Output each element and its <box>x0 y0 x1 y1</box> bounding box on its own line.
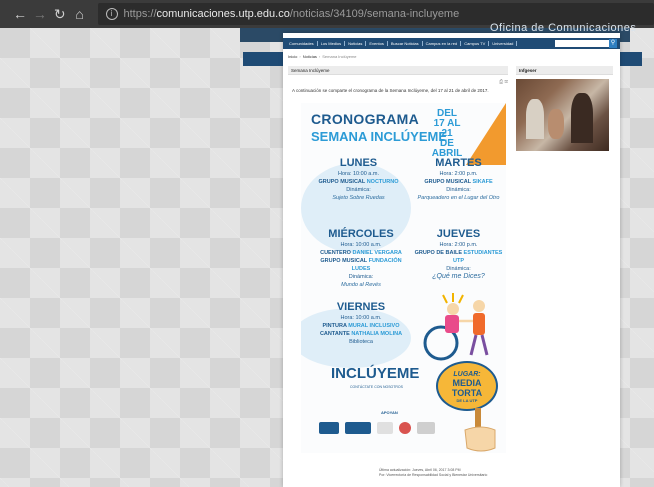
email-icon[interactable]: ✉ <box>505 79 508 85</box>
incluyeme-logo: INCLÚYEME <box>331 365 420 382</box>
reload-icon[interactable]: ↻ <box>50 6 70 23</box>
day-martes: MARTES Hora: 2:00 p.m. GRUPO MUSICAL SIK… <box>417 157 500 201</box>
sidebar-heading: Infgeser <box>516 66 613 75</box>
print-icon[interactable]: ⎙ <box>499 79 503 85</box>
search-icon[interactable]: ⚲ <box>609 39 617 48</box>
menu-item-noticias[interactable]: Noticias <box>345 41 367 46</box>
day-miercoles: MIÉRCOLES Hora: 10:00 a.m. CUENTERO DANI… <box>320 228 402 288</box>
poster-title: CRONOGRAMA <box>311 111 419 127</box>
menu-item-campus-en-la-red[interactable]: Campus en la red <box>423 41 462 46</box>
figure2-body <box>473 313 485 335</box>
page-title: Semana Inclúyeme <box>288 66 508 75</box>
main-menu: Comunidades Los Medios Noticias Eventos … <box>283 38 620 49</box>
sidebar-photo[interactable] <box>516 79 609 151</box>
sponsor-logos <box>319 419 449 437</box>
search-input[interactable] <box>555 40 610 47</box>
breadcrumb-noticias[interactable]: Noticias <box>303 54 317 59</box>
sponsor-logo <box>417 422 435 434</box>
sponsor-logo <box>377 422 393 434</box>
menu-item-comunidades[interactable]: Comunidades <box>286 41 318 46</box>
contact-text: CONTÁCTATE CON NOSOTROS <box>350 385 403 389</box>
back-arrow-icon[interactable]: ← <box>10 6 30 22</box>
menu-item-eventos[interactable]: Eventos <box>366 41 388 46</box>
figure2-legs <box>469 334 489 356</box>
location-sign: LUGAR: MEDIA TORTA DE LA UTP <box>436 361 498 411</box>
sponsors-label: APOYAN <box>381 410 398 415</box>
orange-corner <box>466 103 506 165</box>
url-text: https://comunicaciones.utp.edu.co/notici… <box>123 8 460 20</box>
day-lunes: LUNES Hora: 10:00 a.m. GRUPO MUSICAL NOC… <box>318 157 399 201</box>
utp-logo <box>319 422 339 434</box>
day-jueves: JUEVES Hora: 2:00 p.m. GRUPO DE BAILE ES… <box>414 228 503 280</box>
sponsor-logo <box>345 422 371 434</box>
poster-dates: DEL 17 AL 21 DE ABRIL <box>431 108 463 159</box>
wheelchair-illustration <box>423 293 489 361</box>
breadcrumb-current: Semana Inclúyeme <box>322 54 357 59</box>
sponsor-logo <box>399 422 411 434</box>
figure2-head <box>473 300 485 312</box>
menu-item-universidad[interactable]: Universidad <box>489 41 518 46</box>
sidebar: Infgeser <box>516 66 613 151</box>
article-footer: Última actualización: Jueves, Abril 06, … <box>379 468 488 477</box>
menu-item-buscar-noticias[interactable]: Buscar Noticias <box>388 41 423 46</box>
forward-arrow-icon[interactable]: → <box>30 6 50 22</box>
breadcrumb-inicio[interactable]: Inicio <box>288 54 297 59</box>
hair-strokes <box>442 293 464 304</box>
schedule-poster: CRONOGRAMA SEMANA INCLÚYEME DEL 17 AL 21… <box>301 103 506 453</box>
menu-item-los-medios[interactable]: Los Medios <box>318 41 346 46</box>
article-intro: A continuación se comparte el cronograma… <box>292 88 489 93</box>
breadcrumb: Inicio › Noticias › Semana Inclúyeme <box>288 54 357 59</box>
site-container: Comunidades Los Medios Noticias Eventos … <box>283 33 620 487</box>
day-viernes: VIERNES Hora: 10:00 a.m. PINTURA MURAL I… <box>319 301 403 345</box>
info-icon[interactable]: i <box>105 8 118 20</box>
figure-body <box>445 315 459 333</box>
header-left-stub <box>243 52 283 66</box>
hand-icon <box>464 408 496 452</box>
figure-head <box>447 303 459 315</box>
menu-item-campus-tv[interactable]: Campus TV <box>461 41 490 46</box>
home-icon[interactable]: ⌂ <box>70 6 90 22</box>
poster-subtitle: SEMANA INCLÚYEME <box>311 129 448 144</box>
